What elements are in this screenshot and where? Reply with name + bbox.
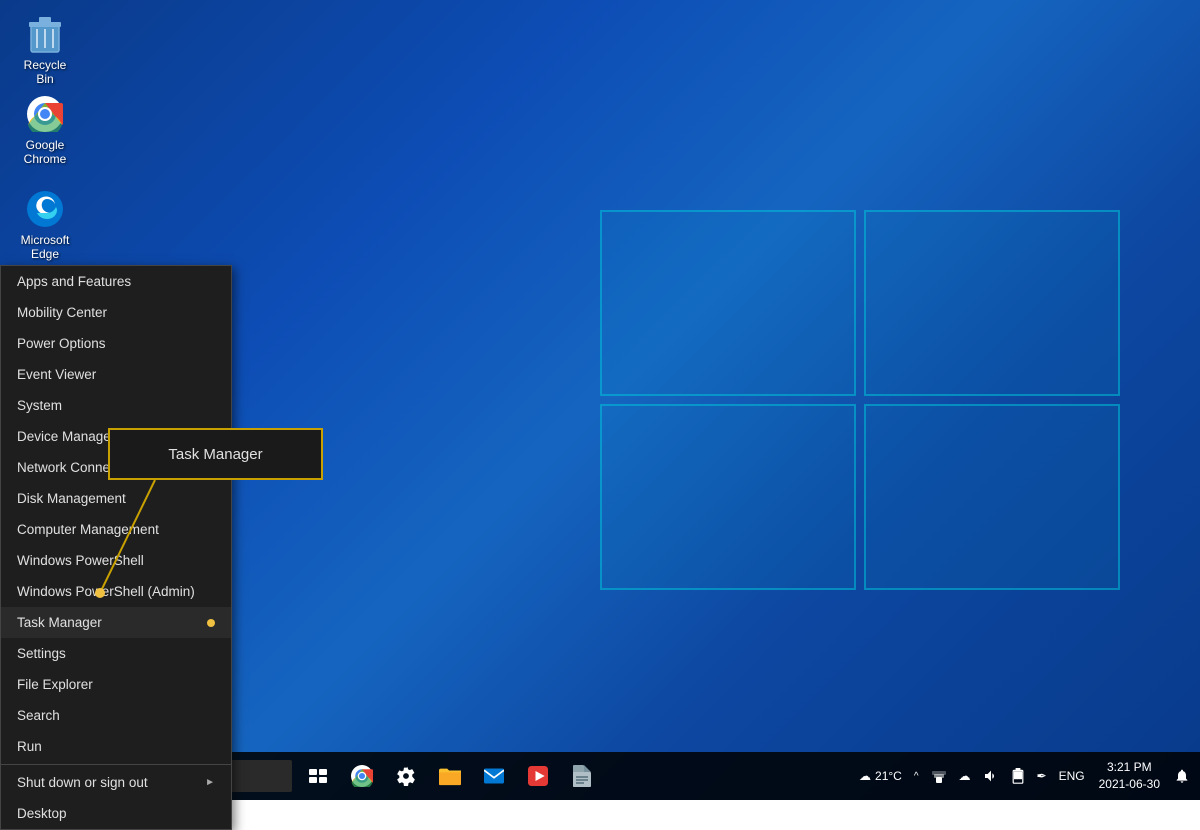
menu-divider	[1, 764, 231, 765]
menu-item-search[interactable]: Search	[1, 700, 231, 731]
recycle-bin-label: Recycle Bin	[14, 58, 76, 87]
settings-taskbar-icon[interactable]	[384, 752, 428, 800]
weather-temp: 21°C	[875, 769, 902, 783]
desktop: Recycle Bin Google Chrome Microsoft Edge	[0, 0, 1200, 800]
menu-item-disk-management[interactable]: Disk Management	[1, 483, 231, 514]
menu-item-apps-features[interactable]: Apps and Features	[1, 266, 231, 297]
menu-item-windows-powershell[interactable]: Windows PowerShell	[1, 545, 231, 576]
shut-down-arrow-icon: ►	[205, 777, 215, 788]
tray-expand-button[interactable]: ^	[908, 752, 925, 800]
network-tray-icon[interactable]	[925, 752, 953, 800]
chrome-taskbar-icon[interactable]	[340, 752, 384, 800]
volume-tray-icon[interactable]	[977, 752, 1005, 800]
menu-item-computer-management[interactable]: Computer Management	[1, 514, 231, 545]
chrome-img	[25, 94, 65, 134]
mail-taskbar-icon[interactable]	[472, 752, 516, 800]
edge-desktop-icon[interactable]: Microsoft Edge	[10, 185, 80, 266]
menu-item-desktop[interactable]: Desktop	[1, 798, 231, 829]
files-taskbar-icon[interactable]	[560, 752, 604, 800]
menu-item-file-explorer[interactable]: File Explorer	[1, 669, 231, 700]
windows-logo-decoration	[600, 210, 1120, 590]
system-tray: ☁ 21°C ^ ☁	[853, 752, 1200, 800]
edge-label: Microsoft Edge	[14, 233, 76, 262]
file-explorer-taskbar-icon[interactable]	[428, 752, 472, 800]
menu-item-settings[interactable]: Settings	[1, 638, 231, 669]
recycle-bin-img	[25, 14, 65, 54]
clock-tray[interactable]: 3:21 PM 2021-06-30	[1091, 752, 1168, 800]
menu-item-event-viewer[interactable]: Event Viewer	[1, 359, 231, 390]
context-menu: Apps and Features Mobility Center Power …	[0, 265, 232, 830]
cloud-tray-icon[interactable]: ☁	[953, 752, 977, 800]
task-manager-tooltip: Task Manager	[108, 428, 323, 480]
menu-item-task-manager[interactable]: Task Manager	[1, 607, 231, 638]
edge-img	[25, 189, 65, 229]
menu-item-shut-down[interactable]: Shut down or sign out ►	[1, 767, 231, 798]
weather-tray[interactable]: ☁ 21°C	[853, 752, 908, 800]
menu-item-run[interactable]: Run	[1, 731, 231, 762]
clock-time: 3:21 PM	[1107, 759, 1152, 776]
chrome-label: Google Chrome	[14, 138, 76, 167]
task-manager-dot	[207, 619, 215, 627]
recycle-bin-icon[interactable]: Recycle Bin	[10, 10, 80, 91]
pen-tray-icon[interactable]: ✒	[1031, 752, 1053, 800]
chrome-desktop-icon[interactable]: Google Chrome	[10, 90, 80, 171]
weather-icon: ☁	[859, 769, 871, 783]
menu-item-mobility-center[interactable]: Mobility Center	[1, 297, 231, 328]
language-tray[interactable]: ENG	[1053, 752, 1091, 800]
media-taskbar-icon[interactable]	[516, 752, 560, 800]
menu-item-system[interactable]: System	[1, 390, 231, 421]
clock-date: 2021-06-30	[1099, 776, 1160, 793]
menu-item-powershell-admin[interactable]: Windows PowerShell (Admin)	[1, 576, 231, 607]
menu-item-power-options[interactable]: Power Options	[1, 328, 231, 359]
notification-tray-icon[interactable]	[1168, 752, 1196, 800]
power-tray-icon[interactable]	[1005, 752, 1031, 800]
task-view-button[interactable]	[296, 752, 340, 800]
